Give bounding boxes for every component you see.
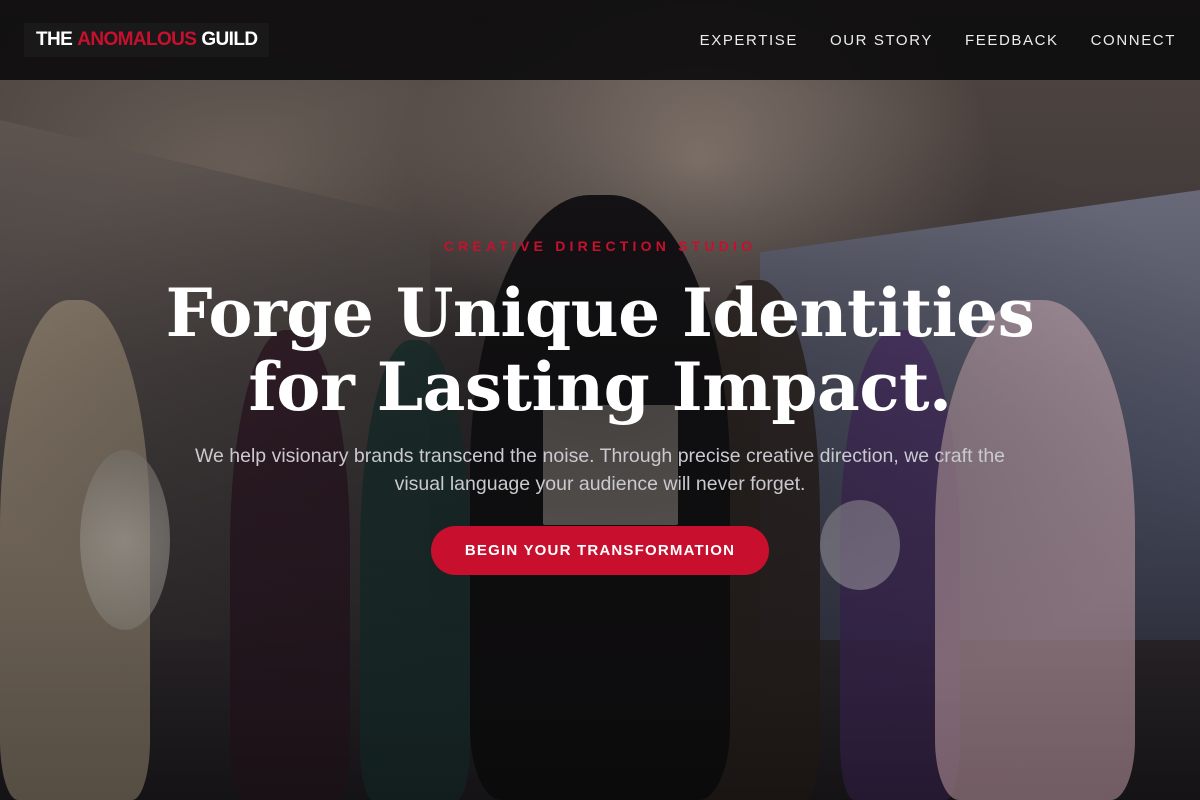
- logo-text-prefix: THE: [36, 29, 73, 50]
- top-navigation-bar: THE ANOMALOUS GUILD EXPERTISE OUR STORY …: [0, 0, 1200, 80]
- hero-headline: Forge Unique Identities for Lasting Impa…: [0, 276, 1200, 424]
- primary-nav: EXPERTISE OUR STORY FEEDBACK CONNECT: [700, 32, 1176, 49]
- hero-headline-line-2: for Lasting Impact.: [248, 348, 952, 426]
- hero-content: CREATIVE DIRECTION STUDIO Forge Unique I…: [0, 0, 1200, 800]
- hero-headline-line-1: Forge Unique Identities: [165, 274, 1035, 352]
- begin-transformation-button[interactable]: BEGIN YOUR TRANSFORMATION: [431, 526, 769, 575]
- brand-logo[interactable]: THE ANOMALOUS GUILD: [24, 23, 270, 57]
- hero-description: We help visionary brands transcend the n…: [194, 445, 1006, 495]
- nav-link-connect[interactable]: CONNECT: [1091, 32, 1176, 49]
- nav-link-feedback[interactable]: FEEDBACK: [965, 32, 1059, 49]
- logo-text-accent: ANOMALOUS: [77, 29, 197, 50]
- nav-link-our-story[interactable]: OUR STORY: [830, 32, 933, 49]
- hero-eyebrow: CREATIVE DIRECTION STUDIO: [443, 238, 757, 254]
- logo-text-suffix: GUILD: [201, 29, 258, 50]
- nav-link-expertise[interactable]: EXPERTISE: [700, 32, 798, 49]
